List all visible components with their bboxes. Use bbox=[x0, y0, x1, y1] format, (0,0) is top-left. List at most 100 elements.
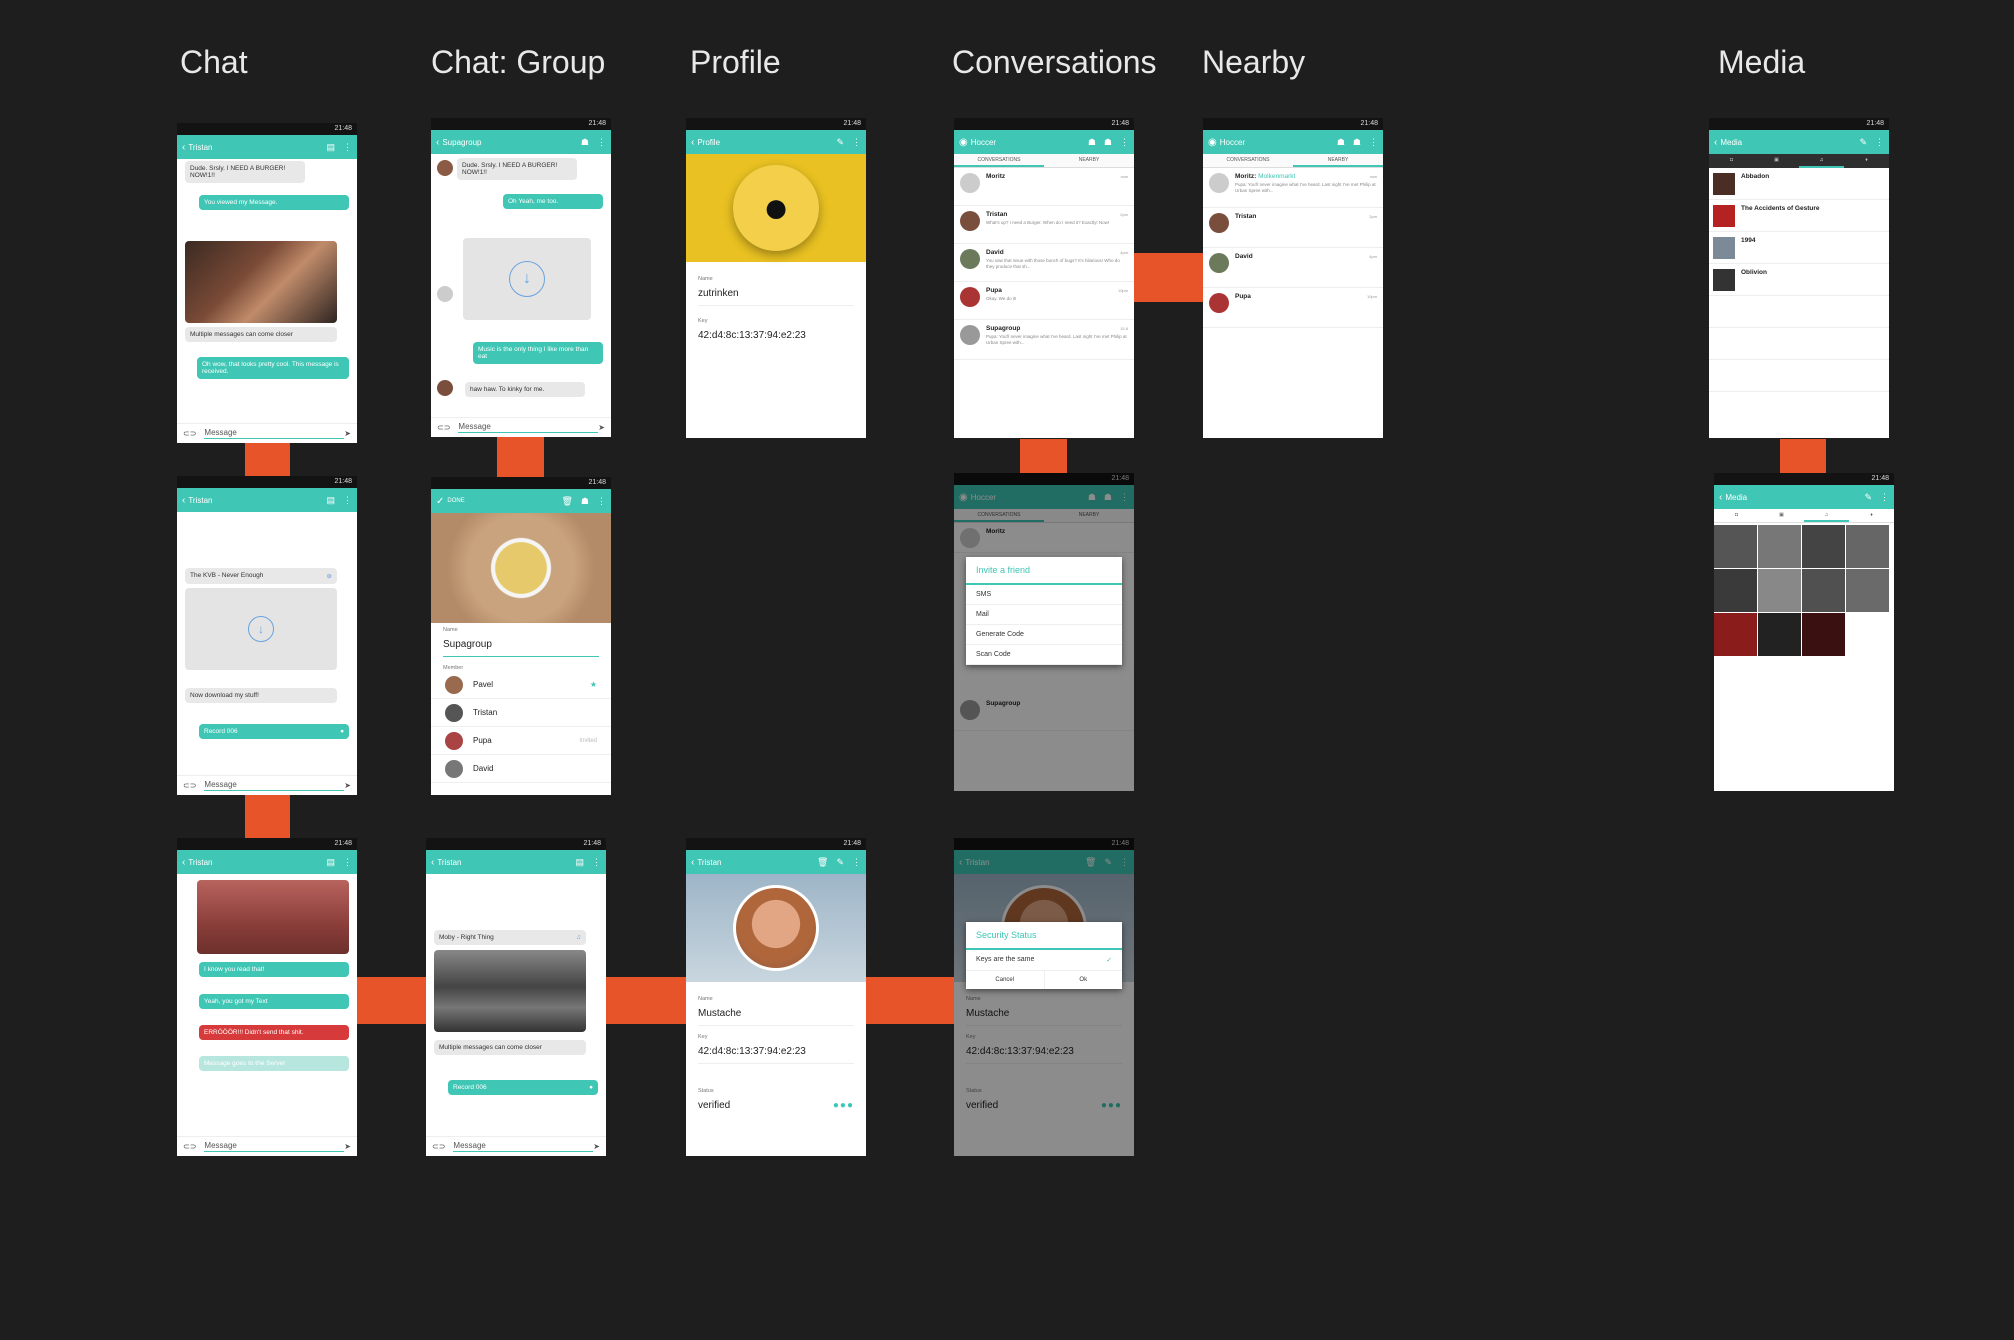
file-message[interactable]: Moby - Right Thing ♫ bbox=[434, 930, 586, 945]
tab-nearby[interactable]: NEARBY bbox=[1293, 154, 1383, 167]
group-header-image[interactable] bbox=[431, 513, 611, 623]
conversation-row[interactable]: Tristan What's up? I need a Burger. When … bbox=[954, 206, 1134, 244]
contact-card-icon[interactable]: ▤ bbox=[326, 142, 335, 153]
avatar[interactable] bbox=[437, 380, 453, 396]
status-row[interactable]: verified ●●● bbox=[698, 1100, 854, 1117]
back-icon[interactable]: ‹ bbox=[182, 142, 185, 153]
ok-button[interactable]: Ok bbox=[1045, 971, 1123, 989]
add-member-icon[interactable]: ☗ bbox=[581, 496, 589, 507]
download-icon[interactable]: ⊕ bbox=[327, 572, 332, 580]
message-input[interactable]: Message bbox=[204, 780, 345, 791]
attach-icon[interactable]: ⊂⊃ bbox=[183, 429, 196, 438]
music-note-icon[interactable]: ♫ bbox=[576, 934, 581, 941]
tab-nearby[interactable]: NEARBY bbox=[1044, 154, 1134, 167]
member-row[interactable]: Tristan bbox=[431, 699, 611, 727]
penguin-avatar[interactable]: ● bbox=[733, 165, 819, 251]
message-input[interactable]: Message bbox=[453, 1141, 594, 1152]
overflow-menu-icon[interactable]: ⋮ bbox=[852, 137, 861, 148]
mic-icon[interactable]: ● bbox=[340, 728, 344, 735]
back-icon[interactable]: ‹ bbox=[436, 137, 439, 148]
send-icon[interactable]: ➤ bbox=[344, 429, 351, 438]
chat-title[interactable]: Tristan bbox=[188, 143, 318, 152]
overflow-menu-icon[interactable]: ⋮ bbox=[1369, 137, 1378, 148]
nearby-row[interactable]: David 4pm bbox=[1203, 248, 1383, 288]
back-icon[interactable]: ‹ bbox=[1714, 137, 1717, 148]
chat-title[interactable]: Tristan bbox=[188, 858, 318, 867]
member-row[interactable]: Pupa Invited bbox=[431, 727, 611, 755]
overflow-menu-icon[interactable]: ⋮ bbox=[343, 495, 352, 506]
delete-icon[interactable]: 🗑 bbox=[561, 496, 572, 507]
nearby-row[interactable]: Tristan 2pm bbox=[1203, 208, 1383, 248]
media-thumbnail[interactable] bbox=[1802, 569, 1845, 612]
invite-option-scan-code[interactable]: Scan Code bbox=[966, 645, 1122, 665]
nearby-row[interactable]: Pupa 10pm bbox=[1203, 288, 1383, 328]
add-group-icon[interactable]: ☗ bbox=[1353, 137, 1361, 148]
edit-icon[interactable]: ✎ bbox=[1859, 137, 1867, 148]
invite-option-sms[interactable]: SMS bbox=[966, 585, 1122, 605]
send-icon[interactable]: ➤ bbox=[344, 781, 351, 790]
overflow-menu-icon[interactable]: ⋮ bbox=[1120, 137, 1129, 148]
attach-icon[interactable]: ⊂⊃ bbox=[183, 1142, 196, 1151]
chat-title[interactable]: Tristan bbox=[437, 858, 567, 867]
conversation-row[interactable]: Moritz now bbox=[954, 168, 1134, 206]
media-thumbnail[interactable] bbox=[1802, 525, 1845, 568]
media-thumbnail[interactable] bbox=[1758, 613, 1801, 656]
overflow-menu-icon[interactable]: ⋮ bbox=[597, 137, 606, 148]
music-tab-icon[interactable]: ♫ bbox=[1804, 509, 1849, 522]
contact-card-icon[interactable]: ▤ bbox=[575, 857, 584, 868]
message-error[interactable]: ERRÖÖÖR!!! Didn't send that shit. bbox=[199, 1025, 349, 1040]
overflow-menu-icon[interactable]: ⋮ bbox=[1880, 492, 1889, 503]
attach-icon[interactable]: ⊂⊃ bbox=[432, 1142, 445, 1151]
media-row[interactable]: Abbadon bbox=[1709, 168, 1889, 200]
add-contact-icon[interactable]: ☗ bbox=[1088, 137, 1096, 148]
member-row[interactable]: David bbox=[431, 755, 611, 783]
overflow-menu-icon[interactable]: ⋮ bbox=[343, 142, 352, 153]
video-tab-icon[interactable]: ▣ bbox=[1754, 154, 1799, 168]
media-row[interactable]: The Accidents of Gesture bbox=[1709, 200, 1889, 232]
contact-card-icon[interactable]: ▤ bbox=[326, 495, 335, 506]
image-message[interactable] bbox=[197, 880, 349, 954]
image-message[interactable] bbox=[185, 241, 337, 323]
security-option[interactable]: Keys are the same ✓ bbox=[966, 950, 1122, 971]
back-icon[interactable]: ‹ bbox=[691, 857, 694, 868]
media-row[interactable]: 1994 bbox=[1709, 232, 1889, 264]
send-icon[interactable]: ➤ bbox=[598, 423, 605, 432]
add-group-icon[interactable]: ☗ bbox=[1104, 137, 1112, 148]
media-thumbnail[interactable] bbox=[1714, 569, 1757, 612]
media-thumbnail[interactable] bbox=[1846, 525, 1889, 568]
contact-card-icon[interactable]: ▤ bbox=[326, 857, 335, 868]
mic-tab-icon[interactable]: ♦ bbox=[1849, 509, 1894, 522]
group-icon[interactable]: ☗ bbox=[581, 137, 589, 148]
message-input[interactable]: Message bbox=[458, 422, 599, 433]
media-thumbnail[interactable] bbox=[1802, 613, 1845, 656]
file-preview[interactable]: ↓ bbox=[185, 588, 337, 670]
camera-tab-icon[interactable]: ◘ bbox=[1714, 509, 1759, 522]
attach-icon[interactable]: ⊂⊃ bbox=[437, 423, 450, 432]
done-check-icon[interactable]: ✓ bbox=[436, 496, 444, 507]
media-thumbnail[interactable] bbox=[1846, 569, 1889, 612]
overflow-menu-icon[interactable]: ⋮ bbox=[852, 857, 861, 868]
back-icon[interactable]: ‹ bbox=[182, 857, 185, 868]
edit-icon[interactable]: ✎ bbox=[836, 857, 844, 868]
conversation-row[interactable]: Pupa Okay. We do it! 10pm bbox=[954, 282, 1134, 320]
avatar[interactable] bbox=[437, 286, 453, 302]
message-input[interactable]: Message bbox=[204, 428, 345, 439]
message-input[interactable]: Message bbox=[204, 1141, 345, 1152]
overflow-menu-icon[interactable]: ⋮ bbox=[1875, 137, 1884, 148]
chat-title[interactable]: Supagroup bbox=[442, 138, 573, 147]
download-icon[interactable]: ↓ bbox=[509, 261, 545, 297]
member-row[interactable]: Pavel ★ bbox=[431, 671, 611, 699]
edit-icon[interactable]: ✎ bbox=[836, 137, 844, 148]
media-row[interactable]: Oblivion bbox=[1709, 264, 1889, 296]
add-contact-icon[interactable]: ☗ bbox=[1337, 137, 1345, 148]
tab-conversations[interactable]: CONVERSATIONS bbox=[1203, 154, 1293, 167]
mic-icon[interactable]: ● bbox=[589, 1084, 593, 1091]
dialog-scrim[interactable] bbox=[954, 838, 1134, 1156]
cancel-button[interactable]: Cancel bbox=[966, 971, 1045, 989]
back-icon[interactable]: ‹ bbox=[1719, 492, 1722, 503]
audio-message[interactable]: Record 006 ● bbox=[448, 1080, 598, 1095]
file-message[interactable]: The KVB - Never Enough ⊕ bbox=[185, 568, 337, 584]
file-preview[interactable]: ↓ bbox=[463, 238, 591, 320]
delete-icon[interactable]: 🗑 bbox=[817, 857, 828, 868]
avatar[interactable] bbox=[437, 160, 453, 176]
